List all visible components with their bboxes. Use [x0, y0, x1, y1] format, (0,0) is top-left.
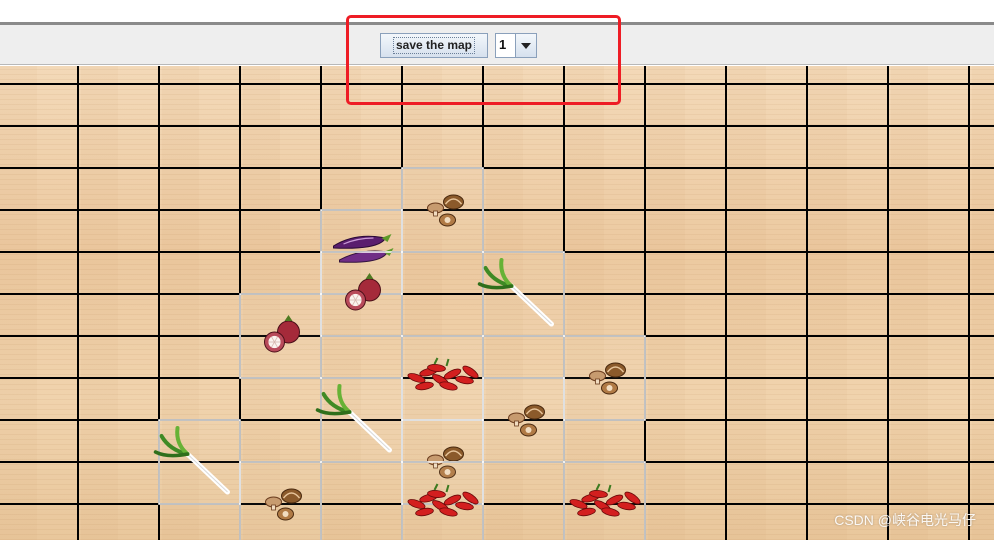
tile-mushroom[interactable] [563, 335, 646, 421]
tile-mushroom[interactable] [239, 461, 322, 540]
tile-chili[interactable] [401, 335, 484, 421]
board-grid[interactable] [0, 66, 994, 540]
highlight-box [346, 15, 621, 105]
tile-leek[interactable] [477, 251, 565, 337]
watermark: CSDN @峡谷电光马仔 [834, 512, 976, 528]
tile-leek[interactable] [153, 419, 241, 505]
tile-leek[interactable] [315, 377, 403, 463]
tile-mushroom[interactable] [482, 377, 565, 463]
tile-chili[interactable] [401, 461, 484, 540]
tile-mangosteen[interactable] [239, 293, 322, 379]
map-board[interactable] [0, 66, 994, 540]
tile-mangosteen[interactable] [320, 251, 403, 337]
tile-chili[interactable] [563, 461, 646, 540]
tile-mushroom[interactable] [401, 167, 484, 253]
